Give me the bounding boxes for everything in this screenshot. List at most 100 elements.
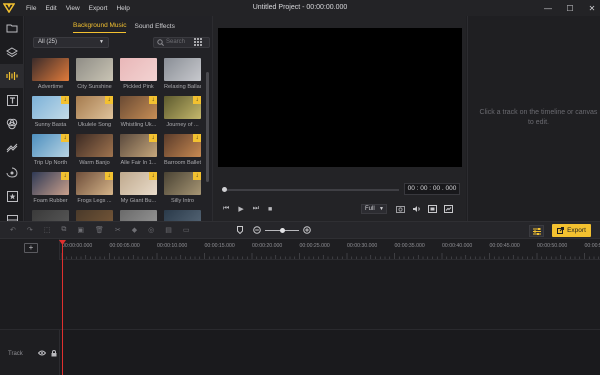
music-card[interactable]: ↓ Sunny Basta [32,96,69,128]
music-card[interactable] [164,210,201,221]
music-card[interactable] [76,210,113,221]
music-card[interactable]: City Sunshine [76,58,113,90]
music-card[interactable]: ↓ Trip Up North [32,134,69,166]
split-icon[interactable]: ✂ [115,226,121,234]
download-icon[interactable]: ↓ [149,96,157,104]
snapshot-icon[interactable] [396,205,405,213]
fullscreen-icon[interactable] [444,205,453,213]
music-card[interactable]: Warm Banjo [76,134,113,166]
add-track-button[interactable]: + [24,243,38,253]
redo-icon[interactable]: ↷ [27,226,33,234]
stop-icon[interactable]: ■ [268,206,272,213]
record-icon[interactable]: ▭ [183,226,190,234]
close-icon[interactable]: ✕ [588,4,596,13]
rail-audio-button[interactable] [0,64,24,88]
menu-file[interactable]: File [26,5,36,12]
music-card[interactable] [120,210,157,221]
download-icon[interactable]: ↓ [193,134,201,142]
color-icon[interactable]: ◆ [132,226,137,234]
music-thumbnail: ↓ [76,172,113,195]
speed-icon[interactable]: ◎ [148,226,154,234]
music-card[interactable]: ↓ Barroom Ballet [164,134,201,166]
rail-layers-button[interactable] [0,40,24,64]
ruler-time-label: 00:00:25.000 [299,243,330,249]
undo-icon[interactable]: ↶ [10,226,16,234]
rail-media-button[interactable] [0,16,24,40]
play-icon[interactable]: ▶ [238,205,243,213]
prev-frame-icon[interactable]: ⏮ [223,205,229,213]
download-icon[interactable]: ↓ [61,134,69,142]
delete-icon[interactable]: 🗑 [95,226,104,234]
timeline-ruler[interactable]: 00:00:00.000 00:00:05.000 00:00:10.000 00:0… [60,239,600,260]
audio-wave-icon [6,72,18,80]
aspect-ratio-icon[interactable] [428,205,437,213]
music-thumbnail [32,210,69,221]
ruler-time-label: 00:00:40.000 [442,243,473,249]
download-icon[interactable]: ↓ [61,172,69,180]
ruler-time-label: 00:00:10.000 [157,243,188,249]
maximize-icon[interactable]: ☐ [566,4,574,13]
music-card[interactable]: ↓ Journey of ... [164,96,201,128]
tab-background-music[interactable]: Background Music [73,22,127,33]
menu-export[interactable]: Export [89,5,108,12]
music-card[interactable] [32,210,69,221]
download-icon[interactable]: ↓ [193,96,201,104]
tab-sound-effects[interactable]: Sound Effects [134,23,174,33]
download-icon[interactable]: ↓ [61,96,69,104]
menu-help[interactable]: Help [116,5,129,12]
music-thumbnail: ↓ [164,96,201,119]
zoom-slider-knob[interactable] [280,227,285,233]
music-card[interactable]: ↓ Ukulele Song [76,96,113,128]
zoom-in-icon[interactable] [303,226,311,234]
volume-icon[interactable] [412,205,421,213]
music-card[interactable]: ↓ Frogs Legs ... [76,172,113,204]
marker-icon[interactable] [237,226,243,234]
properties-hint: Click a track on the timeline or canvas … [479,109,598,126]
freeze-icon[interactable]: ▤ [165,226,172,234]
download-icon[interactable]: ↓ [105,96,113,104]
music-title: Whistling Uk... [120,122,157,128]
crop-icon[interactable]: ⬚ [44,226,51,234]
download-icon[interactable]: ↓ [193,172,201,180]
eye-icon[interactable] [38,350,46,356]
transport-controls: ⏮ ▶ ⏭ ■ [223,205,272,213]
track-lane[interactable] [60,330,600,375]
music-card[interactable]: Advertime [32,58,69,90]
media-scrollbar[interactable] [206,72,209,182]
lock-icon[interactable] [51,350,57,357]
quality-dropdown[interactable]: Full ▼ [361,204,387,214]
export-button[interactable]: Export [552,224,591,237]
paste-icon[interactable]: ▣ [77,226,84,234]
rail-stickers-button[interactable] [0,184,24,208]
music-card[interactable]: Pickled Pink [120,58,157,90]
timeline-settings-button[interactable] [529,225,544,237]
rail-text-button[interactable] [0,88,24,112]
preview-canvas[interactable] [218,28,462,167]
music-card[interactable]: Relaxing Ballad [164,58,201,90]
music-card[interactable]: ↓ Alle Fair In 1... [120,134,157,166]
copy-icon[interactable]: ⧉ [61,226,66,234]
menu-view[interactable]: View [66,5,80,12]
music-card[interactable]: ↓ My Giant Bu... [120,172,157,204]
download-icon[interactable]: ↓ [149,172,157,180]
grid-view-icon[interactable] [194,38,202,48]
music-card[interactable]: ↓ Whistling Uk... [120,96,157,128]
category-dropdown[interactable]: All (25) ▼ [33,37,109,48]
progress-knob[interactable] [222,187,227,192]
download-icon[interactable]: ↓ [149,134,157,142]
zoom-out-icon[interactable] [253,226,261,234]
zoom-slider[interactable] [265,227,299,233]
rail-filters-button[interactable] [0,160,24,184]
menu-edit[interactable]: Edit [45,5,56,12]
next-frame-icon[interactable]: ⏭ [253,205,259,213]
rail-transitions-button[interactable] [0,136,24,160]
timeline-zoom [237,226,311,234]
music-card[interactable]: ↓ Foam Rubber [32,172,69,204]
download-icon[interactable]: ↓ [105,172,113,180]
rail-effects-button[interactable] [0,112,24,136]
minimize-icon[interactable]: — [544,4,552,13]
music-thumbnail [76,210,113,221]
preview-progress-bar[interactable] [222,187,399,192]
music-card[interactable]: ↓ Silly Intro [164,172,201,204]
playhead[interactable] [62,243,63,375]
